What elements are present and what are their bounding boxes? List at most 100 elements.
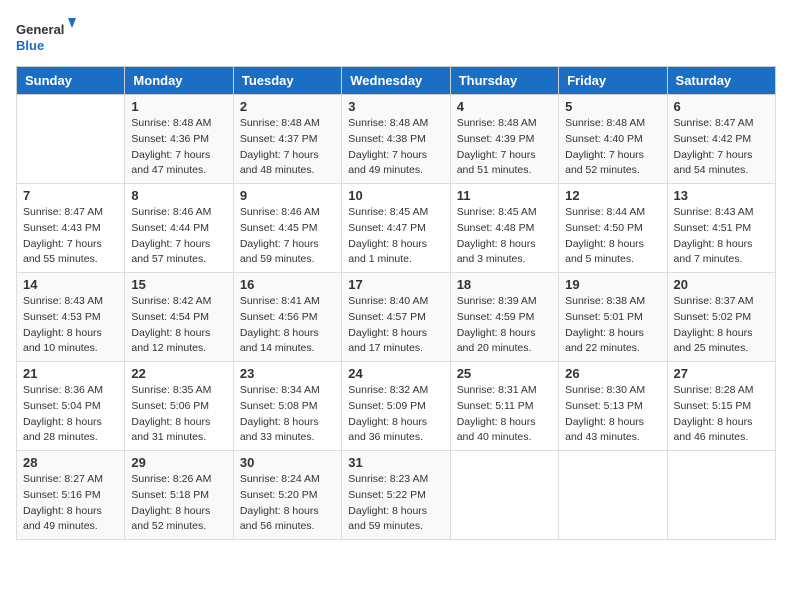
calendar-cell: 11 Sunrise: 8:45 AMSunset: 4:48 PMDayligh… [450, 184, 558, 273]
calendar-cell [450, 451, 558, 540]
cell-info: Sunrise: 8:43 AMSunset: 4:53 PMDaylight:… [23, 294, 118, 357]
header-day-friday: Friday [559, 67, 667, 95]
cell-info: Sunrise: 8:45 AMSunset: 4:47 PMDaylight:… [348, 205, 443, 268]
cell-info: Sunrise: 8:46 AMSunset: 4:45 PMDaylight:… [240, 205, 335, 268]
calendar-cell: 1 Sunrise: 8:48 AMSunset: 4:36 PMDaylight… [125, 95, 233, 184]
day-number: 18 [457, 277, 552, 292]
day-number: 4 [457, 99, 552, 114]
calendar-cell: 6 Sunrise: 8:47 AMSunset: 4:42 PMDaylight… [667, 95, 775, 184]
day-number: 11 [457, 188, 552, 203]
cell-info: Sunrise: 8:38 AMSunset: 5:01 PMDaylight:… [565, 294, 660, 357]
calendar-week-row: 14 Sunrise: 8:43 AMSunset: 4:53 PMDayligh… [17, 273, 776, 362]
day-number: 22 [131, 366, 226, 381]
calendar-cell: 30Sunrise: 8:24 AMSunset: 5:20 PMDayligh… [233, 451, 341, 540]
cell-info: Sunrise: 8:48 AMSunset: 4:37 PMDaylight:… [240, 116, 335, 179]
day-number: 23 [240, 366, 335, 381]
cell-info: Sunrise: 8:48 AMSunset: 4:40 PMDaylight:… [565, 116, 660, 179]
header-day-saturday: Saturday [667, 67, 775, 95]
cell-info: Sunrise: 8:28 AMSunset: 5:15 PMDaylight:… [674, 383, 769, 446]
header-day-monday: Monday [125, 67, 233, 95]
calendar-cell: 9 Sunrise: 8:46 AMSunset: 4:45 PMDaylight… [233, 184, 341, 273]
calendar-header-row: SundayMondayTuesdayWednesdayThursdayFrid… [17, 67, 776, 95]
logo: General Blue [16, 16, 76, 58]
day-number: 24 [348, 366, 443, 381]
calendar-week-row: 21 Sunrise: 8:36 AMSunset: 5:04 PMDayligh… [17, 362, 776, 451]
cell-info: Sunrise: 8:26 AMSunset: 5:18 PMDaylight:… [131, 472, 226, 535]
calendar-week-row: 7Sunrise: 8:47 AMSunset: 4:43 PMDaylight… [17, 184, 776, 273]
calendar-cell: 4 Sunrise: 8:48 AMSunset: 4:39 PMDaylight… [450, 95, 558, 184]
header-day-wednesday: Wednesday [342, 67, 450, 95]
day-number: 8 [131, 188, 226, 203]
svg-text:General: General [16, 22, 64, 37]
day-number: 1 [131, 99, 226, 114]
calendar-cell: 13Sunrise: 8:43 AMSunset: 4:51 PMDayligh… [667, 184, 775, 273]
cell-info: Sunrise: 8:34 AMSunset: 5:08 PMDaylight:… [240, 383, 335, 446]
cell-info: Sunrise: 8:40 AMSunset: 4:57 PMDaylight:… [348, 294, 443, 357]
day-number: 19 [565, 277, 660, 292]
cell-info: Sunrise: 8:48 AMSunset: 4:39 PMDaylight:… [457, 116, 552, 179]
page-header: General Blue [16, 16, 776, 58]
day-number: 12 [565, 188, 660, 203]
header-day-thursday: Thursday [450, 67, 558, 95]
calendar-cell: 29 Sunrise: 8:26 AMSunset: 5:18 PMDayligh… [125, 451, 233, 540]
calendar-cell: 14 Sunrise: 8:43 AMSunset: 4:53 PMDayligh… [17, 273, 125, 362]
calendar-cell: 2 Sunrise: 8:48 AMSunset: 4:37 PMDaylight… [233, 95, 341, 184]
cell-info: Sunrise: 8:42 AMSunset: 4:54 PMDaylight:… [131, 294, 226, 357]
calendar-cell: 23 Sunrise: 8:34 AMSunset: 5:08 PMDayligh… [233, 362, 341, 451]
calendar-cell: 24Sunrise: 8:32 AMSunset: 5:09 PMDayligh… [342, 362, 450, 451]
day-number: 16 [240, 277, 335, 292]
cell-info: Sunrise: 8:39 AMSunset: 4:59 PMDaylight:… [457, 294, 552, 357]
cell-info: Sunrise: 8:35 AMSunset: 5:06 PMDaylight:… [131, 383, 226, 446]
calendar-cell: 25Sunrise: 8:31 AMSunset: 5:11 PMDayligh… [450, 362, 558, 451]
calendar-cell: 7Sunrise: 8:47 AMSunset: 4:43 PMDaylight… [17, 184, 125, 273]
cell-info: Sunrise: 8:27 AMSunset: 5:16 PMDaylight:… [23, 472, 118, 535]
cell-info: Sunrise: 8:44 AMSunset: 4:50 PMDaylight:… [565, 205, 660, 268]
calendar-cell: 8 Sunrise: 8:46 AMSunset: 4:44 PMDaylight… [125, 184, 233, 273]
day-number: 31 [348, 455, 443, 470]
svg-text:Blue: Blue [16, 38, 44, 53]
calendar-cell [559, 451, 667, 540]
day-number: 5 [565, 99, 660, 114]
cell-info: Sunrise: 8:24 AMSunset: 5:20 PMDaylight:… [240, 472, 335, 535]
header-day-sunday: Sunday [17, 67, 125, 95]
day-number: 7 [23, 188, 118, 203]
calendar-table: SundayMondayTuesdayWednesdayThursdayFrid… [16, 66, 776, 540]
calendar-cell [667, 451, 775, 540]
cell-info: Sunrise: 8:43 AMSunset: 4:51 PMDaylight:… [674, 205, 769, 268]
day-number: 6 [674, 99, 769, 114]
cell-info: Sunrise: 8:31 AMSunset: 5:11 PMDaylight:… [457, 383, 552, 446]
day-number: 29 [131, 455, 226, 470]
calendar-cell: 27Sunrise: 8:28 AMSunset: 5:15 PMDayligh… [667, 362, 775, 451]
day-number: 14 [23, 277, 118, 292]
calendar-week-row: 1 Sunrise: 8:48 AMSunset: 4:36 PMDaylight… [17, 95, 776, 184]
logo-svg: General Blue [16, 16, 76, 58]
day-number: 28 [23, 455, 118, 470]
header-day-tuesday: Tuesday [233, 67, 341, 95]
calendar-cell [17, 95, 125, 184]
calendar-cell: 31 Sunrise: 8:23 AMSunset: 5:22 PMDayligh… [342, 451, 450, 540]
calendar-cell: 22 Sunrise: 8:35 AMSunset: 5:06 PMDayligh… [125, 362, 233, 451]
calendar-cell: 12 Sunrise: 8:44 AMSunset: 4:50 PMDayligh… [559, 184, 667, 273]
calendar-cell: 17Sunrise: 8:40 AMSunset: 4:57 PMDayligh… [342, 273, 450, 362]
calendar-cell: 10 Sunrise: 8:45 AMSunset: 4:47 PMDayligh… [342, 184, 450, 273]
calendar-cell: 26Sunrise: 8:30 AMSunset: 5:13 PMDayligh… [559, 362, 667, 451]
calendar-cell: 28 Sunrise: 8:27 AMSunset: 5:16 PMDayligh… [17, 451, 125, 540]
calendar-cell: 19 Sunrise: 8:38 AMSunset: 5:01 PMDayligh… [559, 273, 667, 362]
calendar-cell: 15Sunrise: 8:42 AMSunset: 4:54 PMDayligh… [125, 273, 233, 362]
day-number: 21 [23, 366, 118, 381]
day-number: 9 [240, 188, 335, 203]
cell-info: Sunrise: 8:37 AMSunset: 5:02 PMDaylight:… [674, 294, 769, 357]
cell-info: Sunrise: 8:46 AMSunset: 4:44 PMDaylight:… [131, 205, 226, 268]
cell-info: Sunrise: 8:45 AMSunset: 4:48 PMDaylight:… [457, 205, 552, 268]
cell-info: Sunrise: 8:36 AMSunset: 5:04 PMDaylight:… [23, 383, 118, 446]
cell-info: Sunrise: 8:30 AMSunset: 5:13 PMDaylight:… [565, 383, 660, 446]
cell-info: Sunrise: 8:23 AMSunset: 5:22 PMDaylight:… [348, 472, 443, 535]
cell-info: Sunrise: 8:47 AMSunset: 4:42 PMDaylight:… [674, 116, 769, 179]
day-number: 10 [348, 188, 443, 203]
day-number: 2 [240, 99, 335, 114]
calendar-cell: 21 Sunrise: 8:36 AMSunset: 5:04 PMDayligh… [17, 362, 125, 451]
calendar-week-row: 28 Sunrise: 8:27 AMSunset: 5:16 PMDayligh… [17, 451, 776, 540]
cell-info: Sunrise: 8:48 AMSunset: 4:36 PMDaylight:… [131, 116, 226, 179]
calendar-cell: 3Sunrise: 8:48 AMSunset: 4:38 PMDaylight… [342, 95, 450, 184]
day-number: 3 [348, 99, 443, 114]
